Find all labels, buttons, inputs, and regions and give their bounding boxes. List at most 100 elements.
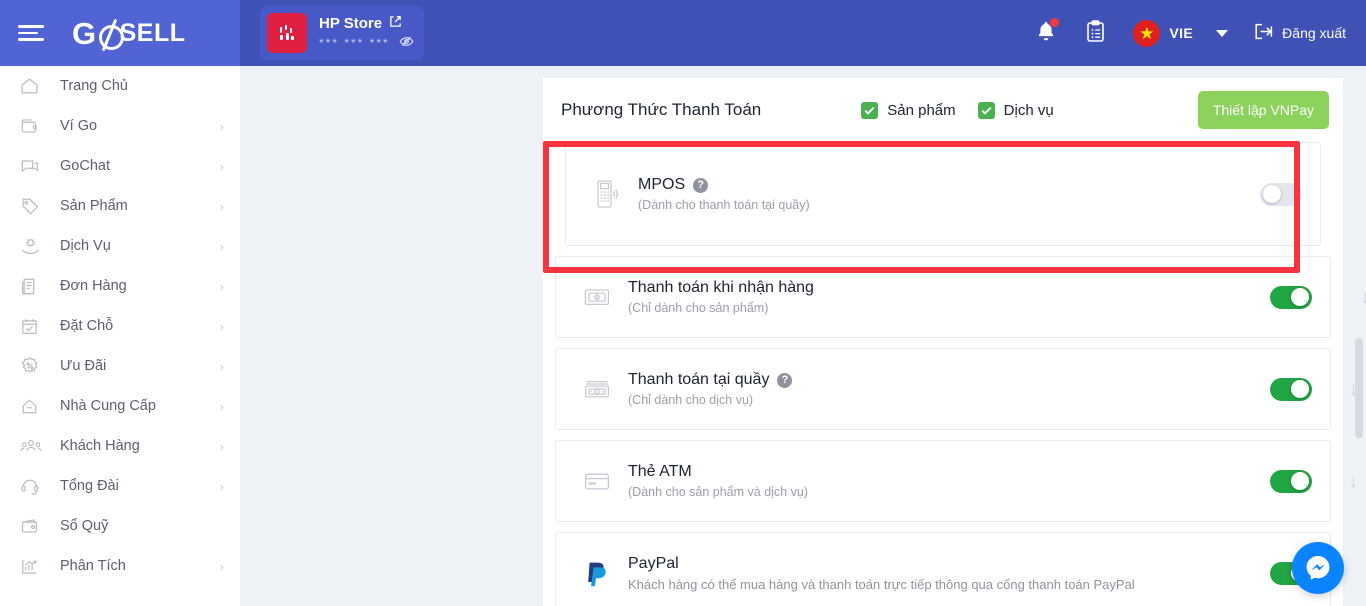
payment-description: (Chỉ dành cho sản phẩm) [628, 301, 769, 315]
payment-description: (Dành cho sản phẩm và dịch vụ) [628, 485, 808, 499]
chevron-right-icon: › [219, 558, 224, 574]
toggle-knob [1263, 185, 1281, 203]
supplier-icon [20, 394, 46, 418]
messenger-icon[interactable] [1292, 542, 1344, 594]
sidebar-item-uu-dai[interactable]: Ưu Đãi › [0, 346, 240, 386]
language-selector[interactable]: ★ VIE [1133, 19, 1229, 47]
sidebar-item-gochat[interactable]: GoChat › [0, 146, 240, 186]
gosell-logo[interactable]: G SELL [72, 15, 186, 51]
main-content: Phương Thức Thanh Toán Sản phẩm Dịch vụ … [240, 66, 1366, 606]
service-icon [20, 234, 46, 258]
payment-row-cod[interactable]: Thanh toán khi nhận hàng (Chỉ dành cho s… [555, 256, 1366, 338]
sidebar-item-vi-go[interactable]: Ví Go › [0, 106, 240, 146]
payment-row-mpos[interactable]: MPOS ? (Dành cho thanh toán tại quầy) [565, 142, 1321, 246]
payment-name: Thẻ ATM [628, 463, 1270, 481]
vietnam-flag-icon: ★ [1133, 19, 1161, 47]
payment-toggle-counter[interactable] [1270, 377, 1312, 401]
payment-name: PayPal [628, 555, 1270, 573]
sidebar-item-label: Sản Phẩm [60, 198, 128, 214]
discount-icon [20, 354, 46, 378]
sidebar-item-dich-vu[interactable]: Dịch Vụ › [0, 226, 240, 266]
sidebar: Trang Chủ Ví Go › GoChat › Sản Phẩm › Dị… [0, 66, 240, 606]
chevron-right-icon: › [219, 478, 224, 494]
sidebar-item-trang-chu[interactable]: Trang Chủ [0, 66, 240, 106]
logo-o-icon [97, 18, 124, 50]
payment-name-text: PayPal [628, 554, 679, 572]
topbar-actions: ★ VIE Đăng xuất [1034, 17, 1366, 47]
payment-description: (Chỉ dành cho dịch vụ) [628, 393, 754, 407]
sidebar-item-phan-tich[interactable]: Phân Tích › [0, 546, 240, 586]
top-bar: G SELL HP Store *** *** *** ★ VIE Đăng x… [0, 0, 1366, 66]
scrollbar-thumb[interactable] [1355, 338, 1363, 438]
sidebar-item-dat-cho[interactable]: Đặt Chỗ › [0, 306, 240, 346]
sidebar-item-label: Khách Hàng [60, 438, 140, 454]
bell-icon[interactable] [1034, 17, 1061, 47]
payment-row-counter[interactable]: Thanh toán tại quầy ? (Chỉ dành cho dịch… [555, 348, 1358, 430]
payment-row-atm[interactable]: Thẻ ATM (Dành cho sản phẩm và dịch vụ) ↓… [555, 440, 1358, 522]
orders-icon [20, 274, 46, 298]
payment-description: Khách hàng có thể mua hàng và thanh toán… [628, 576, 1135, 592]
clipboard-icon[interactable] [1084, 19, 1107, 47]
page-title: Phương Thức Thanh Toán [561, 100, 762, 119]
filter-label: Dịch vụ [1003, 101, 1054, 119]
payment-toggle-cod[interactable] [1270, 285, 1312, 309]
analytics-icon [20, 554, 46, 578]
page-scrollbar[interactable] [1354, 66, 1364, 606]
sidebar-item-san-pham[interactable]: Sản Phẩm › [0, 186, 240, 226]
setup-vnpay-button[interactable]: Thiết lập VNPay [1197, 91, 1329, 129]
chevron-right-icon: › [219, 198, 224, 214]
payment-toggle-atm[interactable] [1270, 469, 1312, 493]
sidebar-item-label: Sổ Quỹ [60, 518, 109, 534]
cashbook-icon [20, 514, 46, 538]
chevron-right-icon: › [219, 398, 224, 414]
sidebar-item-label: Đặt Chỗ [60, 318, 114, 334]
sidebar-item-label: Ưu Đãi [60, 358, 107, 374]
notification-dot [1049, 17, 1061, 28]
payment-methods-panel: Phương Thức Thanh Toán Sản phẩm Dịch vụ … [543, 78, 1366, 606]
external-link-icon[interactable] [389, 15, 402, 32]
paypal-icon [578, 559, 616, 587]
sidebar-item-label: Đơn Hàng [60, 278, 127, 294]
payment-toggle-mpos[interactable] [1260, 182, 1302, 206]
eye-off-icon[interactable] [399, 35, 414, 51]
filter-san-pham[interactable]: Sản phẩm [861, 101, 956, 119]
logout-icon [1254, 23, 1273, 43]
logo-text-go: G [72, 15, 97, 51]
checkbox-checked-icon [861, 101, 879, 119]
store-logo-icon [267, 13, 307, 53]
payment-name-text: Thanh toán tại quầy [628, 371, 770, 388]
sidebar-item-label: Tổng Đài [60, 478, 119, 494]
store-name: HP Store [319, 15, 383, 32]
chevron-right-icon: › [219, 278, 224, 294]
sidebar-item-label: Nhà Cung Cấp [60, 398, 156, 414]
payment-row-body: Thẻ ATM (Dành cho sản phẩm và dịch vụ) [628, 463, 1270, 499]
chat-icon [20, 154, 46, 178]
chevron-right-icon: › [219, 318, 224, 334]
sidebar-item-so-quy[interactable]: Sổ Quỹ [0, 506, 240, 546]
calendar-icon [20, 314, 46, 338]
help-icon[interactable]: ? [777, 372, 793, 388]
help-icon[interactable]: ? [693, 177, 709, 193]
brand-zone: G SELL [0, 0, 240, 66]
chevron-right-icon: › [219, 158, 224, 174]
sidebar-item-label: Ví Go [60, 118, 98, 134]
panel-header: Phương Thức Thanh Toán Sản phẩm Dịch vụ … [543, 78, 1343, 142]
credit-card-icon [578, 471, 616, 492]
sidebar-item-nha-cung-cap[interactable]: Nhà Cung Cấp › [0, 386, 240, 426]
payment-row-body: Thanh toán khi nhận hàng (Chỉ dành cho s… [628, 279, 1270, 315]
home-icon [20, 74, 46, 98]
sidebar-item-tong-dai[interactable]: Tổng Đài › [0, 466, 240, 506]
chevron-right-icon: › [219, 438, 224, 454]
sidebar-item-khach-hang[interactable]: Khách Hàng › [0, 426, 240, 466]
store-switcher[interactable]: HP Store *** *** *** [260, 6, 424, 60]
payment-row-paypal[interactable]: PayPal Khách hàng có thể mua hàng và tha… [555, 532, 1331, 606]
filter-dich-vu[interactable]: Dịch vụ [977, 101, 1054, 119]
toggle-knob [1291, 380, 1309, 398]
logout-button[interactable]: Đăng xuất [1254, 23, 1346, 43]
hamburger-icon[interactable] [18, 19, 50, 47]
chevron-down-icon[interactable] [1216, 29, 1229, 37]
store-name-row: HP Store [319, 15, 414, 32]
chevron-right-icon: › [219, 358, 224, 374]
language-label: VIE [1169, 25, 1194, 41]
sidebar-item-don-hang[interactable]: Đơn Hàng › [0, 266, 240, 306]
